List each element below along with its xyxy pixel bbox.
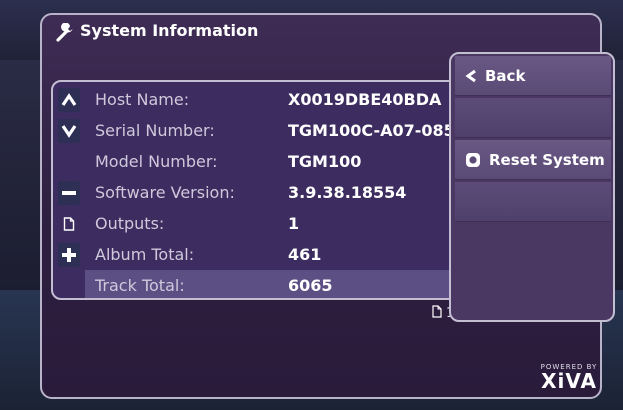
- info-value: 6065: [288, 276, 333, 295]
- info-label: Host Name:: [95, 90, 190, 109]
- info-row-album-total: Album Total: 461: [53, 239, 501, 270]
- info-label: Track Total:: [95, 276, 185, 295]
- info-row-serial-number: Serial Number: TGM100C-A07-0850…: [53, 115, 501, 146]
- info-label: Serial Number:: [95, 121, 215, 140]
- info-value: 461: [288, 245, 322, 264]
- chevron-left-icon: [465, 69, 477, 83]
- reset-system-button[interactable]: Reset System: [455, 140, 611, 180]
- reset-system-label: Reset System: [489, 150, 605, 169]
- info-value: 3.9.38.18554: [288, 183, 407, 202]
- minus-icon[interactable]: [58, 180, 80, 205]
- empty-menu-slot: [455, 182, 611, 222]
- info-value: X0019DBE40BDA: [288, 90, 442, 109]
- side-menu: Back Reset System: [449, 52, 615, 322]
- page-title: System Information: [80, 21, 259, 40]
- xiva-logo: POWERED BY XiVA: [534, 363, 604, 391]
- info-row-outputs: Outputs: 1: [53, 208, 501, 239]
- info-label: Model Number:: [95, 152, 218, 171]
- info-value: TGM100: [288, 152, 362, 171]
- info-row-host-name: Host Name: X0019DBE40BDA: [53, 84, 501, 115]
- info-row-software-version: Software Version: 3.9.38.18554: [53, 177, 501, 208]
- info-label: Software Version:: [95, 183, 235, 202]
- info-panel: Host Name: X0019DBE40BDA Serial Number: …: [51, 80, 503, 300]
- reset-icon: [465, 152, 481, 168]
- chevron-up-icon[interactable]: [58, 87, 80, 112]
- brand-name: XiVA: [541, 369, 597, 393]
- info-label: Album Total:: [95, 245, 195, 264]
- chevron-down-icon[interactable]: [58, 118, 80, 143]
- info-value: 1: [288, 214, 300, 233]
- page-icon: [432, 305, 442, 322]
- wrench-icon: [55, 22, 75, 43]
- empty-menu-slot: [455, 98, 611, 138]
- back-button[interactable]: Back: [455, 56, 611, 96]
- info-row-model-number: Model Number: TGM100: [53, 146, 501, 177]
- info-label: Outputs:: [95, 214, 165, 233]
- page-icon[interactable]: [58, 212, 80, 236]
- plus-icon[interactable]: [58, 242, 80, 267]
- info-row-track-total[interactable]: Track Total: 6065: [53, 270, 501, 298]
- back-label: Back: [485, 66, 526, 85]
